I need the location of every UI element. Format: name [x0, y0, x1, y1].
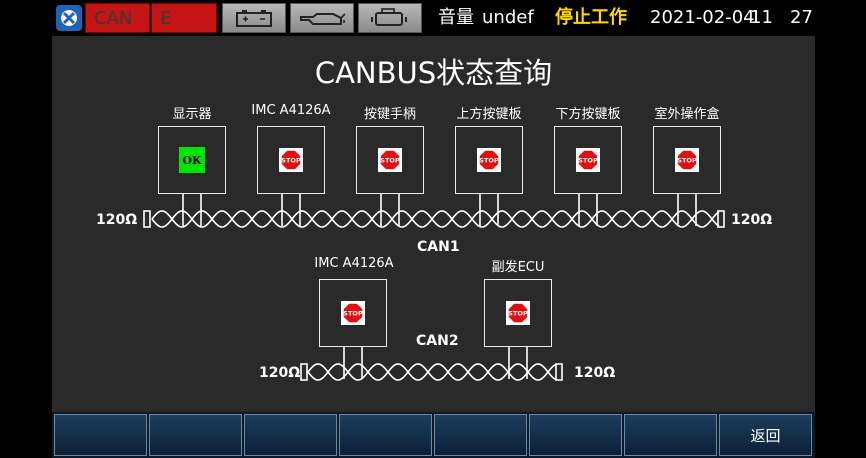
node-connection-stubs — [182, 194, 697, 379]
can1-node-lower-keypad: STOP — [554, 126, 622, 194]
stop-status-indicator: STOP — [506, 301, 530, 325]
stop-text: STOP — [479, 157, 499, 165]
stop-status-indicator: STOP — [477, 148, 501, 172]
stop-icon: STOP — [677, 150, 697, 170]
softkey-bar: 返回 — [52, 412, 815, 458]
softkey-4[interactable] — [339, 414, 432, 456]
can2-node-label-aux-ecu: 副发ECU — [491, 260, 545, 275]
stop-icon: STOP — [343, 303, 363, 323]
stop-text: STOP — [508, 310, 528, 318]
stop-text: STOP — [380, 157, 400, 165]
can1-node-key-handle: STOP — [356, 126, 424, 194]
can1-node-label-outdoor-box: 室外操作盒 — [654, 107, 720, 122]
stop-icon: STOP — [578, 150, 598, 170]
terminator-resistor — [143, 210, 151, 228]
stop-text: STOP — [578, 157, 598, 165]
softkey-3[interactable] — [244, 414, 337, 456]
can2-terminator-right-label: 120Ω — [574, 365, 616, 381]
bus-terminators — [143, 210, 725, 381]
stop-icon: STOP — [508, 303, 528, 323]
can1-node-outdoor-box: STOP — [653, 126, 721, 194]
canbus-diagram — [143, 194, 725, 381]
softkey-7[interactable] — [624, 414, 717, 456]
stop-icon: STOP — [380, 150, 400, 170]
can2-node-aux-ecu: STOP — [484, 279, 552, 347]
can2-node-label-imc: IMC A4126A — [314, 256, 394, 271]
can1-terminator-left-label: 120Ω — [96, 212, 138, 228]
stop-icon: STOP — [281, 150, 301, 170]
can1-node-upper-keypad: STOP — [455, 126, 523, 194]
stop-text: STOP — [343, 310, 363, 318]
can1-terminator-right-label: 120Ω — [731, 212, 773, 228]
terminator-resistor — [717, 210, 725, 228]
terminator-resistor — [555, 363, 563, 381]
can1-node-imc: STOP — [257, 126, 325, 194]
stop-status-indicator: STOP — [378, 148, 402, 172]
can2-terminator-left-label: 120Ω — [259, 365, 301, 381]
stop-status-indicator: STOP — [279, 148, 303, 172]
can2-bus-label: CAN2 — [416, 333, 459, 349]
softkey-6[interactable] — [529, 414, 622, 456]
softkey-5[interactable] — [434, 414, 527, 456]
softkey-1[interactable] — [54, 414, 147, 456]
can1-node-display: OK — [158, 126, 226, 194]
canbus-status-screen: CAN E 音量 undef 停止工作 2021-02-04 11 27 CAN… — [52, 0, 815, 458]
softkey-2[interactable] — [149, 414, 242, 456]
stop-status-indicator: STOP — [576, 148, 600, 172]
stop-text: STOP — [281, 157, 301, 165]
stop-status-indicator: STOP — [341, 301, 365, 325]
can2-node-imc: STOP — [319, 279, 387, 347]
terminator-resistor — [300, 363, 308, 381]
back-button[interactable]: 返回 — [719, 414, 812, 456]
stop-status-indicator: STOP — [675, 148, 699, 172]
stop-icon: STOP — [479, 150, 499, 170]
can1-bus-label: CAN1 — [417, 239, 460, 255]
stop-text: STOP — [677, 157, 697, 165]
ok-status-indicator: OK — [179, 147, 205, 173]
